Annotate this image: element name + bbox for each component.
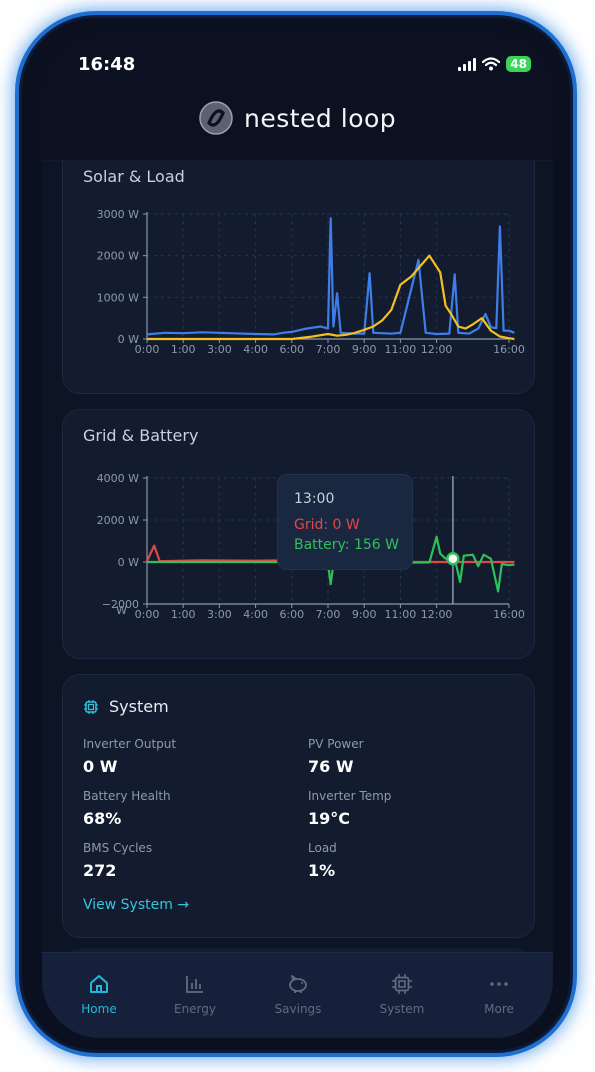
tab-label: Savings (274, 1002, 322, 1016)
stat-label: Inverter Temp (308, 789, 392, 803)
piggy-bank-icon (289, 975, 307, 993)
solar-load-card: Solar & Load 3000 W 2000 W 1000 W0 W 0:00 1:… (62, 160, 535, 394)
tab-system[interactable]: System (362, 971, 442, 1016)
x-tick-label: 3:00 (207, 608, 232, 621)
x-tick-label: 16:00 (493, 608, 525, 621)
x-tick-label: 7:00 (316, 608, 341, 621)
x-tick-label: 11:00 (385, 608, 417, 621)
signal-icon (458, 57, 477, 71)
view-system-link[interactable]: View System → (83, 897, 189, 913)
tab-home[interactable]: Home (59, 971, 139, 1016)
tab-label: System (379, 1002, 425, 1016)
x-tick-label: 4:00 (243, 608, 268, 621)
main-content: Solar & Load 3000 W 2000 W 1000 W0 W 0:00 1:… (42, 160, 553, 952)
stat-label: Battery Health (83, 789, 171, 803)
stat-value: 0 W (83, 757, 118, 776)
system-card: System Inverter Output 0 W PV Power 76 W… (62, 674, 535, 938)
tooltip-grid: Grid: 0 W (294, 517, 360, 533)
x-tick-label: 0:00 (135, 608, 160, 621)
x-tick-label: 0:00 (135, 343, 160, 356)
tab-label: Home (81, 1002, 117, 1016)
bar-chart-icon (186, 976, 203, 993)
tab-bar: Home Energy Savings System More (42, 952, 553, 1038)
stat-label: BMS Cycles (83, 841, 153, 855)
stat-inverter-output: Inverter Output 0 W (83, 737, 176, 776)
battery-badge: 48 (506, 56, 531, 72)
chip-icon (84, 699, 98, 714)
cursor-marker (446, 551, 460, 566)
y-tick-label: 2000 W (97, 250, 139, 263)
x-tick-label: 3:00 (207, 343, 232, 356)
tab-energy[interactable]: Energy (155, 971, 235, 1016)
stat-load: Load 1% (308, 841, 337, 880)
y-tick-label: 2000 W (97, 514, 139, 527)
system-header: System (83, 697, 169, 716)
x-tick-label: 9:00 (352, 343, 377, 356)
app-screen: 16:48 48 nested loop Solar & Load 3000 W… (42, 34, 553, 1038)
stat-battery-health: Battery Health 68% (83, 789, 171, 828)
tooltip-battery: Battery: 156 W (294, 537, 399, 553)
y-unit-fragment: W (116, 604, 127, 617)
solar-load-chart: 3000 W2000 W1000 W0 W0:00 1:00 3:00 4:00 6:0… (97, 208, 525, 356)
y-tick-label: 3000 W (97, 208, 139, 221)
system-title: System (109, 697, 169, 716)
tab-label: Energy (173, 1002, 216, 1016)
stat-pv-power: PV Power 76 W (308, 737, 364, 776)
wifi-icon (482, 57, 501, 71)
brand-name: nested loop (244, 103, 397, 133)
app-header: nested loop (42, 90, 553, 161)
x-tick-label: 11:00 (385, 343, 417, 356)
y-tick-label: 0 W (118, 556, 139, 569)
x-tick-label: 12:00 (421, 343, 453, 356)
tab-more[interactable]: More (459, 971, 539, 1016)
stat-value: 76 W (308, 757, 354, 776)
x-tick-label: 7:00 (316, 343, 341, 356)
status-time: 16:48 (78, 54, 136, 75)
y-tick-label: 1000 W (97, 291, 139, 304)
stat-label: PV Power (308, 737, 364, 751)
tab-savings[interactable]: Savings (258, 971, 338, 1016)
status-bar: 16:48 48 (42, 34, 553, 94)
stat-value: 19°C (308, 809, 351, 828)
x-tick-label: 4:00 (243, 343, 268, 356)
y-tick-label: 4000 W (97, 472, 139, 485)
x-tick-label: 16:00 (493, 343, 525, 356)
stat-label: Load (308, 841, 337, 855)
stat-bms-cycles: BMS Cycles 272 (83, 841, 152, 880)
x-tick-label: 1:00 (171, 343, 196, 356)
grid-battery-card: Grid & Battery 4000 W 2000 W0 W −2000 0:00 1… (62, 409, 535, 659)
brand: nested loop (198, 100, 396, 136)
x-tick-label: 12:00 (421, 608, 453, 621)
stat-label: Inverter Output (83, 737, 177, 751)
tab-label: More (484, 1002, 514, 1016)
series-load-line (146, 217, 515, 336)
stat-value: 272 (83, 861, 117, 880)
more-dots-icon (490, 982, 508, 986)
stat-value: 68% (83, 809, 122, 828)
chart-tooltip: 13:00 Grid: 0 W Battery: 156 W (277, 474, 413, 570)
home-icon (90, 975, 108, 993)
x-tick-label: 6:00 (279, 343, 304, 356)
stat-value: 1% (308, 861, 336, 880)
tooltip-time: 13:00 (294, 491, 335, 507)
chip-icon (392, 974, 412, 994)
status-icons: 48 (458, 56, 531, 72)
stat-inverter-temp: Inverter Temp 19°C (308, 789, 391, 828)
x-tick-label: 6:00 (279, 608, 304, 621)
x-tick-label: 1:00 (171, 608, 196, 621)
x-tick-label: 9:00 (352, 608, 377, 621)
brand-logo-icon (199, 101, 233, 135)
